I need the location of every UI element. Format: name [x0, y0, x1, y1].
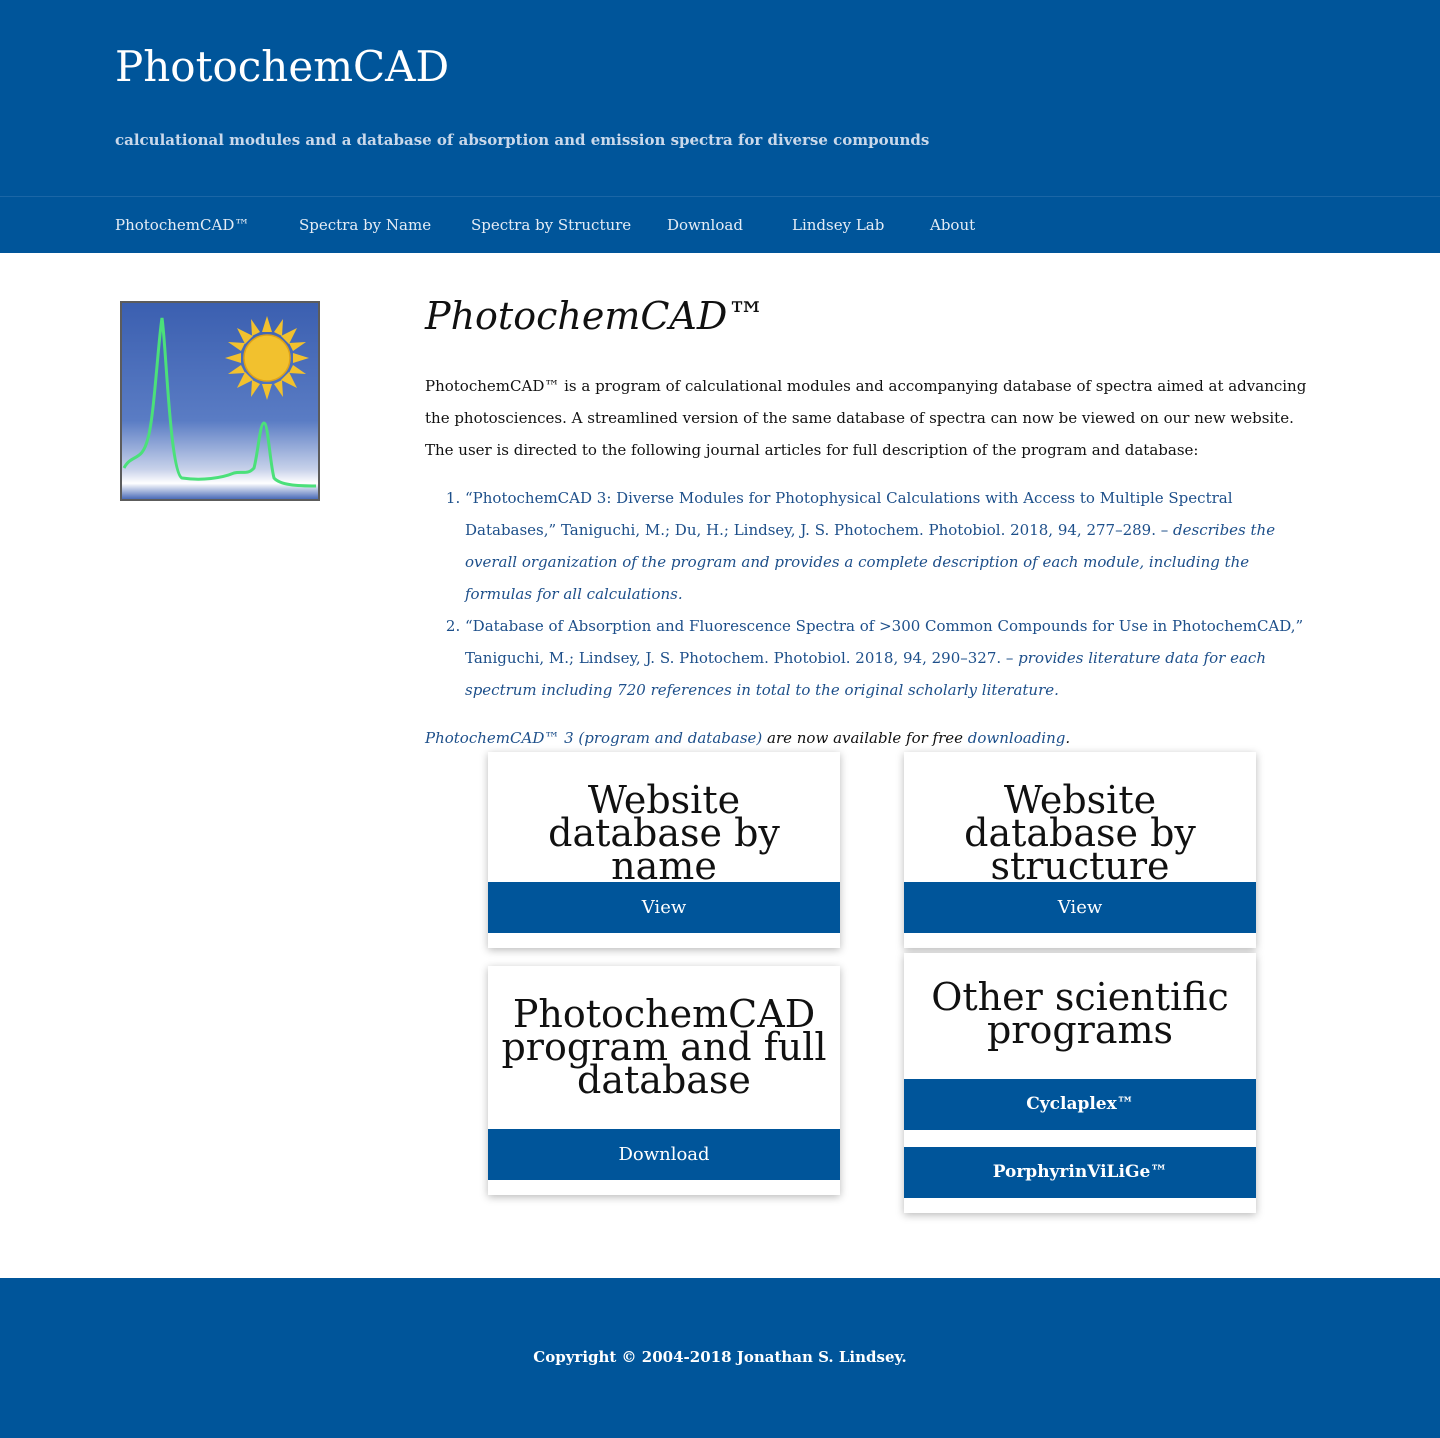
nav-item-photochemcad[interactable]: PhotochemCAD™ — [115, 216, 249, 234]
download-button[interactable]: Download — [488, 1129, 840, 1180]
reference-list: “PhotochemCAD 3: Diverse Modules for Pho… — [465, 482, 1315, 706]
site-header: PhotochemCAD calculational modules and a… — [0, 0, 1440, 196]
spectrum-sun-logo-icon — [120, 301, 320, 501]
view-by-name-button[interactable]: View — [488, 882, 840, 933]
downloading-link[interactable]: downloading — [968, 729, 1066, 747]
nav-item-spectra-by-structure[interactable]: Spectra by Structure — [471, 216, 631, 234]
copyright-text: Copyright © 2004-2018 Jonathan S. Lindse… — [533, 1348, 907, 1366]
card-database-by-name: Website database by name View — [488, 752, 840, 948]
main-nav: PhotochemCAD™ Spectra by Name Spectra by… — [0, 196, 1440, 253]
reference-item[interactable]: “Database of Absorption and Fluorescence… — [465, 610, 1315, 706]
card-program-download: PhotochemCAD program and full database D… — [488, 966, 840, 1195]
porphyrinvilige-button[interactable]: PorphyrinViLiGe™ — [904, 1147, 1256, 1198]
cyclaplex-button[interactable]: Cyclaplex™ — [904, 1079, 1256, 1130]
card-title: Website database by name — [548, 778, 780, 888]
card-title: Other scientific programs — [931, 975, 1229, 1052]
site-title[interactable]: PhotochemCAD — [115, 42, 449, 91]
card-title: PhotochemCAD program and full database — [501, 992, 827, 1102]
main-content: PhotochemCAD™ PhotochemCAD™ is a program… — [425, 290, 1315, 754]
reference-item[interactable]: “PhotochemCAD 3: Diverse Modules for Pho… — [465, 482, 1315, 610]
card-database-by-structure: Website database by structure View — [904, 752, 1256, 948]
page-title: PhotochemCAD™ — [425, 294, 766, 338]
site-footer: Copyright © 2004-2018 Jonathan S. Lindse… — [0, 1278, 1440, 1438]
program-link[interactable]: PhotochemCAD™ 3 (program and database) — [425, 729, 762, 747]
availability-end: . — [1065, 729, 1071, 747]
site-description: calculational modules and a database of … — [115, 131, 930, 149]
nav-item-about[interactable]: About — [930, 216, 975, 234]
nav-item-lindsey-lab[interactable]: Lindsey Lab — [792, 216, 884, 234]
view-by-structure-button[interactable]: View — [904, 882, 1256, 933]
nav-item-download[interactable]: Download — [667, 216, 743, 234]
availability-text: are now available for free — [762, 729, 968, 747]
card-other-programs: Other scientific programs Cyclaplex™ Por… — [904, 953, 1256, 1213]
card-title: Website database by structure — [964, 778, 1196, 888]
reference-citation[interactable]: “PhotochemCAD 3: Diverse Modules for Pho… — [465, 489, 1233, 539]
availability-note: PhotochemCAD™ 3 (program and database) a… — [425, 722, 1315, 754]
intro-paragraph: PhotochemCAD™ is a program of calculatio… — [425, 377, 1307, 459]
nav-item-spectra-by-name[interactable]: Spectra by Name — [299, 216, 431, 234]
